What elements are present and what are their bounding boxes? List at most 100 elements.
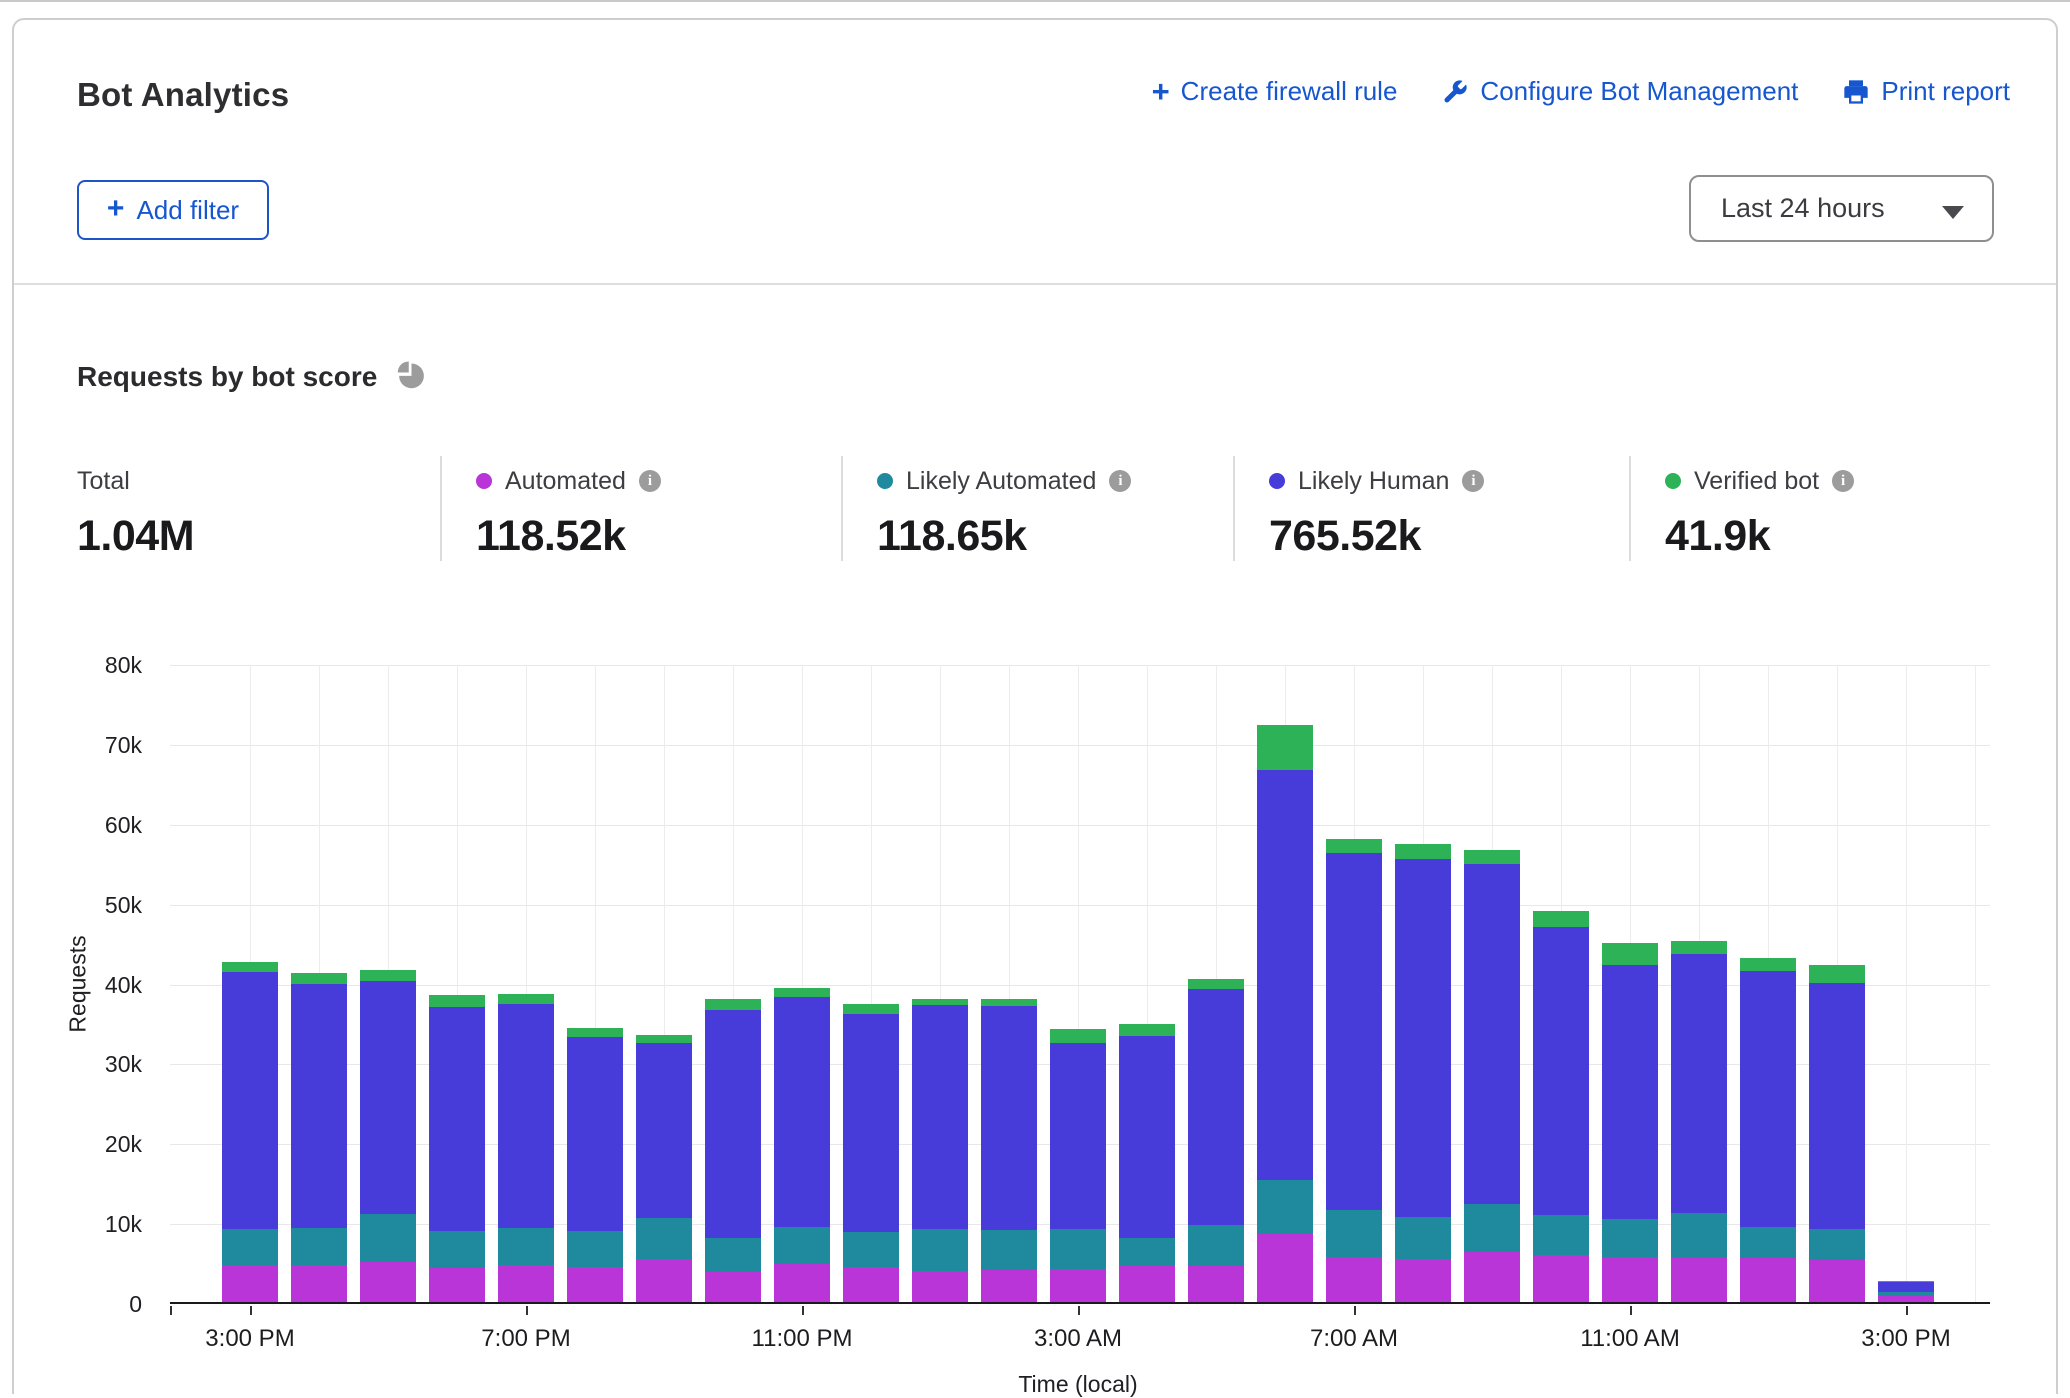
bar-segment-likely-automated[interactable] bbox=[429, 1231, 485, 1268]
stacked-bar[interactable] bbox=[567, 1028, 623, 1302]
bar-segment-automated[interactable] bbox=[1188, 1266, 1244, 1302]
stacked-bar[interactable] bbox=[1188, 979, 1244, 1302]
bar-segment-likely-human[interactable] bbox=[1740, 971, 1796, 1227]
bar-segment-verified-bot[interactable] bbox=[429, 995, 485, 1006]
bar-segment-likely-human[interactable] bbox=[705, 1010, 761, 1238]
stacked-bar[interactable] bbox=[1395, 844, 1451, 1302]
bar-segment-likely-automated[interactable] bbox=[636, 1218, 692, 1259]
bar-segment-likely-human[interactable] bbox=[1188, 989, 1244, 1225]
bar-segment-verified-bot[interactable] bbox=[774, 988, 830, 997]
bar-segment-automated[interactable] bbox=[636, 1259, 692, 1302]
bar-segment-likely-automated[interactable] bbox=[1740, 1227, 1796, 1258]
bar-segment-likely-automated[interactable] bbox=[1395, 1217, 1451, 1259]
stacked-bar[interactable] bbox=[1464, 850, 1520, 1302]
bar-segment-verified-bot[interactable] bbox=[1602, 943, 1658, 965]
bar-segment-verified-bot[interactable] bbox=[636, 1035, 692, 1043]
add-filter-button[interactable]: + Add filter bbox=[77, 180, 269, 240]
stacked-bar[interactable] bbox=[1326, 839, 1382, 1302]
bar-segment-automated[interactable] bbox=[1740, 1258, 1796, 1302]
stacked-bar[interactable] bbox=[429, 995, 485, 1302]
bar-segment-verified-bot[interactable] bbox=[1464, 850, 1520, 864]
bar-segment-verified-bot[interactable] bbox=[1119, 1024, 1175, 1036]
bar-segment-likely-human[interactable] bbox=[1326, 853, 1382, 1210]
bar-segment-automated[interactable] bbox=[912, 1271, 968, 1302]
bar-segment-likely-automated[interactable] bbox=[1119, 1238, 1175, 1266]
bar-segment-automated[interactable] bbox=[498, 1265, 554, 1302]
bar-segment-likely-automated[interactable] bbox=[1602, 1219, 1658, 1257]
time-range-select[interactable]: Last 24 hours bbox=[1689, 175, 1994, 242]
bar-segment-likely-automated[interactable] bbox=[774, 1227, 830, 1264]
bar-segment-verified-bot[interactable] bbox=[360, 970, 416, 981]
bar-segment-likely-human[interactable] bbox=[1533, 927, 1589, 1215]
stacked-bar[interactable] bbox=[1602, 943, 1658, 1302]
bar-segment-automated[interactable] bbox=[774, 1264, 830, 1302]
bar-segment-verified-bot[interactable] bbox=[705, 999, 761, 1009]
bar-segment-verified-bot[interactable] bbox=[1533, 911, 1589, 927]
bar-segment-automated[interactable] bbox=[843, 1267, 899, 1302]
stacked-bar[interactable] bbox=[1671, 941, 1727, 1302]
stacked-bar[interactable] bbox=[1809, 965, 1865, 1302]
bar-segment-verified-bot[interactable] bbox=[1395, 844, 1451, 859]
bar-segment-likely-human[interactable] bbox=[1257, 770, 1313, 1180]
bar-segment-likely-automated[interactable] bbox=[567, 1231, 623, 1267]
bar-segment-likely-automated[interactable] bbox=[1533, 1215, 1589, 1255]
bar-segment-likely-human[interactable] bbox=[843, 1014, 899, 1232]
bar-segment-likely-human[interactable] bbox=[912, 1005, 968, 1229]
stacked-bar[interactable] bbox=[912, 999, 968, 1302]
stacked-bar[interactable] bbox=[1257, 725, 1313, 1302]
bar-segment-automated[interactable] bbox=[1878, 1296, 1934, 1302]
bar-segment-automated[interactable] bbox=[1395, 1259, 1451, 1302]
info-icon[interactable]: i bbox=[1832, 470, 1854, 492]
bar-segment-likely-automated[interactable] bbox=[1671, 1213, 1727, 1259]
bar-segment-likely-human[interactable] bbox=[1119, 1036, 1175, 1238]
bar-segment-likely-automated[interactable] bbox=[912, 1229, 968, 1271]
bar-segment-verified-bot[interactable] bbox=[1809, 965, 1865, 983]
bar-segment-automated[interactable] bbox=[1809, 1260, 1865, 1302]
bar-segment-likely-automated[interactable] bbox=[843, 1232, 899, 1267]
bar-segment-likely-human[interactable] bbox=[567, 1037, 623, 1231]
bar-segment-likely-human[interactable] bbox=[360, 981, 416, 1214]
info-icon[interactable]: i bbox=[1109, 470, 1131, 492]
bar-segment-automated[interactable] bbox=[1533, 1255, 1589, 1302]
bar-segment-verified-bot[interactable] bbox=[1671, 941, 1727, 954]
stacked-bar[interactable] bbox=[636, 1035, 692, 1302]
bar-segment-verified-bot[interactable] bbox=[567, 1028, 623, 1037]
stacked-bar[interactable] bbox=[1119, 1024, 1175, 1302]
bar-segment-automated[interactable] bbox=[1050, 1269, 1106, 1302]
bar-segment-automated[interactable] bbox=[567, 1267, 623, 1302]
bar-segment-likely-human[interactable] bbox=[1809, 983, 1865, 1229]
configure-bot-management-link[interactable]: Configure Bot Management bbox=[1441, 76, 1798, 107]
print-report-link[interactable]: Print report bbox=[1842, 76, 2010, 107]
bar-segment-automated[interactable] bbox=[1326, 1257, 1382, 1302]
bar-segment-verified-bot[interactable] bbox=[981, 999, 1037, 1006]
stacked-bar[interactable] bbox=[222, 962, 278, 1302]
bar-segment-likely-automated[interactable] bbox=[1257, 1180, 1313, 1234]
bar-segment-likely-automated[interactable] bbox=[1464, 1204, 1520, 1252]
bar-segment-automated[interactable] bbox=[705, 1272, 761, 1302]
bar-segment-likely-automated[interactable] bbox=[981, 1230, 1037, 1270]
bar-segment-likely-human[interactable] bbox=[1395, 859, 1451, 1217]
bar-segment-verified-bot[interactable] bbox=[291, 973, 347, 984]
bar-segment-likely-automated[interactable] bbox=[222, 1229, 278, 1266]
bar-segment-likely-human[interactable] bbox=[1878, 1282, 1934, 1292]
stacked-bar[interactable] bbox=[1050, 1029, 1106, 1302]
bar-segment-likely-automated[interactable] bbox=[291, 1228, 347, 1266]
bar-segment-likely-human[interactable] bbox=[222, 972, 278, 1228]
bar-segment-likely-automated[interactable] bbox=[1809, 1229, 1865, 1260]
bar-segment-automated[interactable] bbox=[429, 1268, 485, 1302]
info-icon[interactable]: i bbox=[639, 470, 661, 492]
bar-segment-automated[interactable] bbox=[981, 1270, 1037, 1302]
bar-segment-likely-human[interactable] bbox=[636, 1043, 692, 1219]
stacked-bar[interactable] bbox=[705, 999, 761, 1302]
stacked-bar[interactable] bbox=[981, 999, 1037, 1302]
bar-segment-verified-bot[interactable] bbox=[1050, 1029, 1106, 1043]
bar-segment-likely-automated[interactable] bbox=[1326, 1210, 1382, 1257]
bar-segment-verified-bot[interactable] bbox=[1257, 725, 1313, 771]
bar-segment-automated[interactable] bbox=[291, 1265, 347, 1302]
bar-segment-automated[interactable] bbox=[1119, 1266, 1175, 1302]
bar-segment-likely-automated[interactable] bbox=[1188, 1225, 1244, 1266]
bar-segment-automated[interactable] bbox=[1257, 1234, 1313, 1302]
bar-segment-automated[interactable] bbox=[1602, 1257, 1658, 1302]
bar-segment-automated[interactable] bbox=[1464, 1252, 1520, 1302]
stacked-bar[interactable] bbox=[774, 988, 830, 1302]
